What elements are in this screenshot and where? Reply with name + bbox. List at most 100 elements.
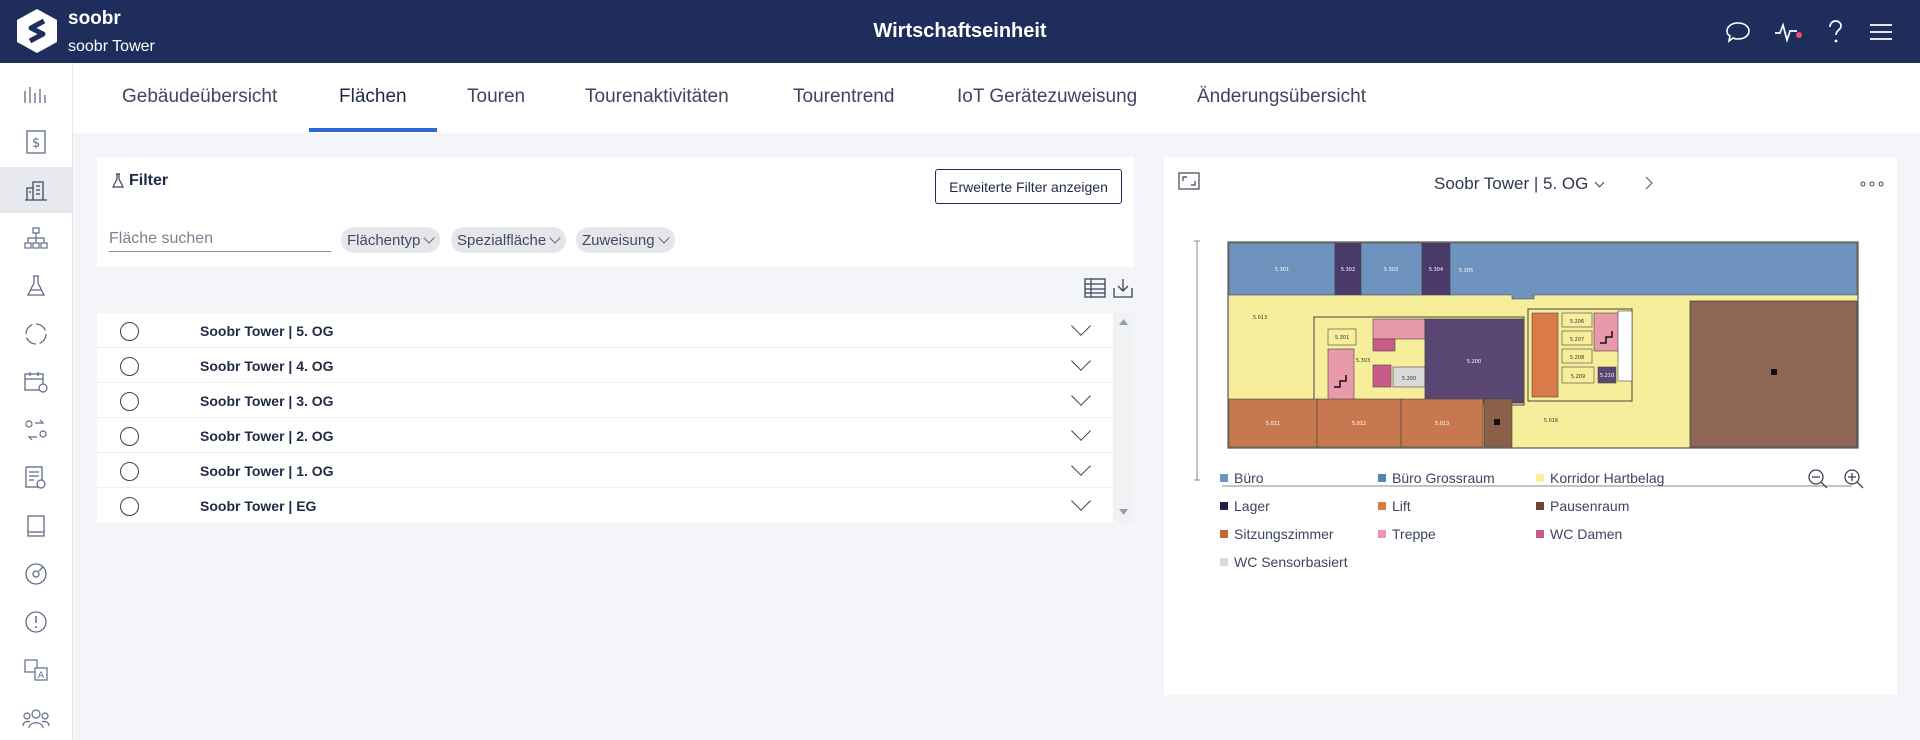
- chevron-down-icon[interactable]: [1071, 456, 1091, 476]
- area-search-input[interactable]: [109, 227, 331, 252]
- sidebar-item-finance[interactable]: $: [0, 119, 72, 165]
- sidebar-item-lab[interactable]: [0, 263, 72, 309]
- legend-label: Lager: [1234, 498, 1270, 514]
- chevron-down-icon[interactable]: [1071, 351, 1091, 371]
- radio-button[interactable]: [120, 392, 139, 411]
- room-label: 5.200: [1467, 359, 1481, 365]
- legend-swatch: [1378, 474, 1386, 482]
- tab-flaechen[interactable]: Flächen: [339, 86, 407, 108]
- scroll-down-icon[interactable]: [1119, 509, 1128, 515]
- floor-plan-panel: Soobr Tower | 5. OG 5.301 5.302 5.303 5.…: [1164, 157, 1897, 695]
- sidebar-item-team[interactable]: [0, 695, 72, 740]
- svg-text:$: $: [32, 136, 40, 151]
- chevron-down-icon[interactable]: [1071, 386, 1091, 406]
- zoom-in-icon[interactable]: [1843, 468, 1865, 490]
- sidebar-item-calendar[interactable]: [0, 359, 72, 405]
- sidebar-item-translate[interactable]: A: [0, 647, 72, 693]
- more-options-icon[interactable]: [1860, 181, 1884, 187]
- radio-button[interactable]: [120, 497, 139, 516]
- book-icon: [27, 515, 45, 537]
- sidebar-item-alerts[interactable]: [0, 599, 72, 645]
- chip-spezialflaeche[interactable]: Spezialfläche: [451, 227, 567, 253]
- chevron-right-icon[interactable]: [1644, 176, 1654, 190]
- chip-flaechentyp[interactable]: Flächentyp: [341, 227, 441, 253]
- team-icon: [22, 709, 50, 729]
- chat-icon[interactable]: [1723, 17, 1753, 47]
- sidebar-item-assignment[interactable]: [0, 407, 72, 453]
- sidebar-item-cycle[interactable]: [0, 311, 72, 357]
- building-icon: [25, 181, 47, 201]
- legend-label: WC Sensorbasiert: [1234, 554, 1348, 570]
- page-title: Wirtschaftseinheit: [873, 20, 1047, 42]
- help-icon[interactable]: [1820, 17, 1850, 47]
- tab-gebaeudeuebersicht[interactable]: Gebäudeübersicht: [122, 86, 277, 108]
- floor-name: Soobr Tower | 1. OG: [200, 463, 334, 479]
- table-view-icon[interactable]: [1083, 276, 1107, 300]
- chevron-down-icon[interactable]: [1071, 421, 1091, 441]
- chevron-down-icon: [423, 232, 436, 244]
- tab-tourentrend[interactable]: Tourentrend: [793, 86, 894, 108]
- tab-iot-geraetezuweisung[interactable]: IoT Gerätezuweisung: [957, 86, 1137, 108]
- filter-heading: Filter: [111, 172, 168, 190]
- legend-swatch: [1536, 502, 1544, 510]
- chip-zuweisung[interactable]: Zuweisung: [576, 227, 675, 253]
- room-label: 5.013: [1253, 315, 1267, 321]
- sidebar-item-target[interactable]: [0, 551, 72, 597]
- menu-icon[interactable]: [1866, 17, 1896, 47]
- room-5305[interactable]: [1449, 242, 1858, 300]
- download-icon[interactable]: [1111, 276, 1135, 300]
- radio-button[interactable]: [120, 427, 139, 446]
- chip-label: Zuweisung: [582, 231, 655, 249]
- legend-item: Pausenraum: [1536, 498, 1629, 514]
- floor-plan[interactable]: 5.301 5.302 5.303 5.304 5.305 5.013 5.30…: [1194, 237, 1864, 487]
- active-tab-indicator: [309, 128, 437, 132]
- stair-left[interactable]: [1327, 348, 1355, 402]
- sidebar-item-reports[interactable]: [0, 455, 72, 501]
- list-item[interactable]: Soobr Tower | 4. OG: [97, 348, 1113, 383]
- expand-icon[interactable]: [1178, 172, 1200, 190]
- room-label: 5.301: [1335, 335, 1349, 341]
- chevron-down-icon[interactable]: [1071, 316, 1091, 336]
- list-item[interactable]: Soobr Tower | 2. OG: [97, 418, 1113, 453]
- tab-touren[interactable]: Touren: [467, 86, 525, 108]
- legend-swatch: [1220, 474, 1228, 482]
- list-item[interactable]: Soobr Tower | 5. OG: [97, 313, 1113, 348]
- zoom-out-icon[interactable]: [1807, 468, 1829, 490]
- room-label: 5.304: [1429, 267, 1443, 273]
- wc-damen[interactable]: [1372, 338, 1396, 352]
- tab-tourenaktivitaeten[interactable]: Tourenaktivitäten: [585, 86, 729, 108]
- legend-label: Lift: [1392, 498, 1411, 514]
- advanced-filter-button[interactable]: Erweiterte Filter anzeigen: [935, 169, 1122, 204]
- floor-selector[interactable]: Soobr Tower | 5. OG: [1434, 174, 1605, 194]
- radio-button[interactable]: [120, 322, 139, 341]
- activity-icon[interactable]: [1771, 17, 1802, 47]
- room-label: 5.305: [1459, 268, 1473, 274]
- sidebar-item-book[interactable]: [0, 503, 72, 549]
- legend-item: Büro: [1220, 470, 1264, 486]
- sidebar-item-buildings[interactable]: [0, 167, 72, 213]
- room-label: 5.012: [1352, 421, 1366, 427]
- lift[interactable]: [1531, 312, 1559, 398]
- list-item[interactable]: Soobr Tower | 1. OG: [97, 453, 1113, 488]
- wc-damen-2[interactable]: [1372, 364, 1392, 388]
- scroll-up-icon[interactable]: [1119, 319, 1128, 325]
- tab-aenderungsuebersicht[interactable]: Änderungsübersicht: [1197, 86, 1366, 108]
- sidebar-item-dashboard[interactable]: [0, 71, 72, 117]
- list-item[interactable]: Soobr Tower | 3. OG: [97, 383, 1113, 418]
- room-label: 5.016: [1544, 418, 1558, 424]
- sidebar-item-hierarchy[interactable]: [0, 215, 72, 261]
- filter-title: Filter: [129, 172, 169, 189]
- radio-button[interactable]: [120, 462, 139, 481]
- legend-swatch: [1536, 530, 1544, 538]
- radio-button[interactable]: [120, 357, 139, 376]
- room-label: 5.013: [1435, 421, 1449, 427]
- legend-item: WC Sensorbasiert: [1220, 554, 1348, 570]
- calendar-clock-icon: [24, 372, 48, 393]
- list-item[interactable]: Soobr Tower | EG: [97, 488, 1113, 523]
- scrollbar[interactable]: [1113, 313, 1134, 523]
- floor-name: Soobr Tower | 5. OG: [200, 323, 334, 339]
- chevron-down-icon[interactable]: [1071, 491, 1091, 511]
- wc-top[interactable]: [1372, 318, 1426, 340]
- floor-name: Soobr Tower | 2. OG: [200, 428, 334, 444]
- flask-icon: [26, 275, 46, 296]
